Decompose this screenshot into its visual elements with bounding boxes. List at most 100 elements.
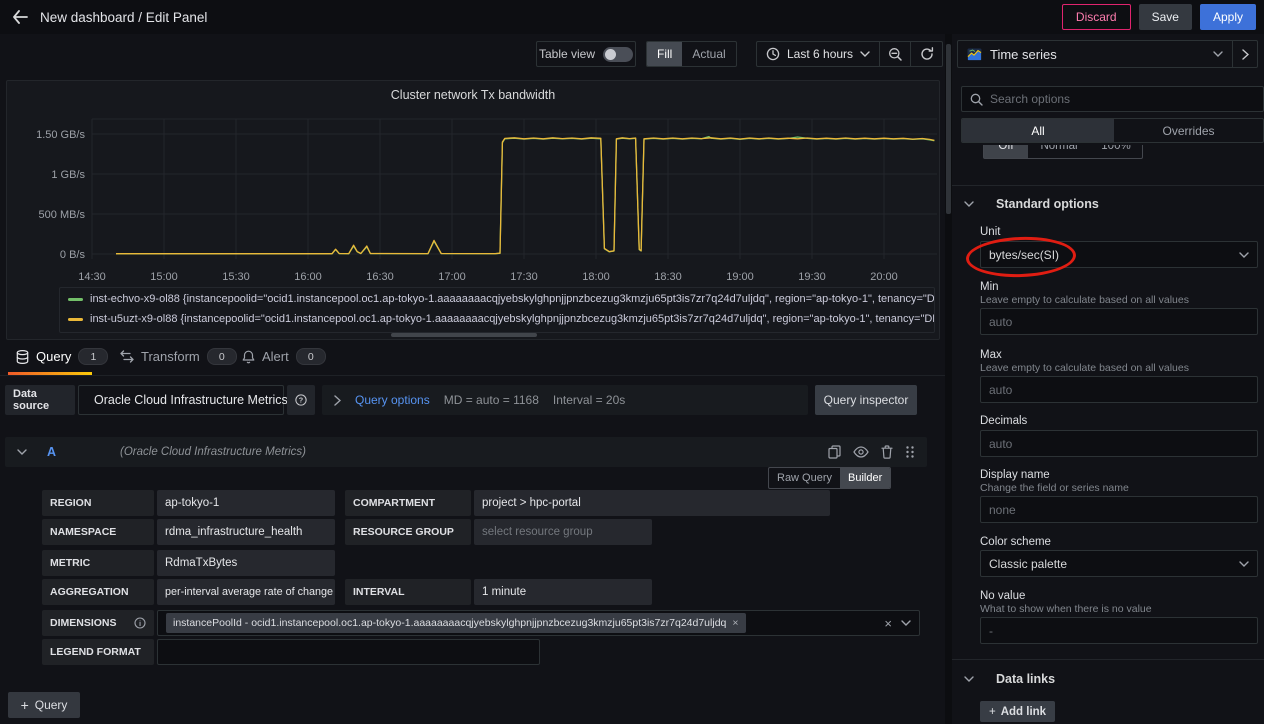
aggregation-value[interactable]: per-interval average rate of change [157, 579, 335, 605]
alert-count-badge: 0 [296, 348, 326, 365]
builder-option[interactable]: Builder [840, 468, 890, 488]
duplicate-query-icon[interactable] [828, 445, 841, 459]
active-tab-indicator [8, 372, 92, 375]
datasource-picker[interactable]: Oracle Cloud Infrastructure Metrics [78, 385, 284, 415]
add-query-label: Query [35, 698, 68, 712]
legend-item[interactable]: inst-u5uzt-x9-ol88 {instancepoolid="ocid… [68, 310, 934, 328]
svg-text:1 GB/s: 1 GB/s [51, 169, 85, 181]
max-input[interactable] [980, 376, 1258, 403]
query-options-link[interactable]: Query options [355, 393, 430, 407]
chevron-down-icon[interactable] [901, 620, 911, 626]
search-options-input[interactable] [990, 92, 1255, 106]
compartment-value[interactable]: project > hpc-portal [474, 490, 830, 516]
display-name-description: Change the field or series name [980, 482, 1129, 494]
hide-query-eye-icon[interactable] [853, 446, 869, 458]
chevron-down-icon [964, 201, 974, 207]
datasource-help-button[interactable]: ? [287, 385, 315, 415]
legend-format-input[interactable] [157, 639, 540, 665]
dimension-tag-text: instancePoolId - ocid1.instancepool.oc1.… [173, 617, 726, 629]
remove-dimension-icon[interactable]: × [732, 617, 738, 629]
actual-option[interactable]: Actual [682, 42, 735, 66]
color-scheme-select[interactable]: Classic palette [980, 550, 1258, 577]
dimensions-label-text: DIMENSIONS [50, 617, 117, 629]
legend-format-label: LEGEND FORMAT [42, 639, 154, 665]
tab-query[interactable]: Query 1 [16, 348, 108, 365]
region-value[interactable]: ap-tokyo-1 [157, 490, 335, 516]
search-icon [970, 93, 983, 106]
add-link-button[interactable]: + Add link [980, 701, 1055, 722]
dimension-tag[interactable]: instancePoolId - ocid1.instancepool.oc1.… [166, 613, 746, 633]
raw-query-option[interactable]: Raw Query [769, 468, 840, 488]
section-divider [952, 659, 1264, 660]
min-input[interactable] [980, 308, 1258, 335]
save-button[interactable]: Save [1139, 4, 1192, 30]
delete-query-trash-icon[interactable] [881, 445, 893, 459]
data-links-title: Data links [996, 672, 1055, 686]
namespace-value[interactable]: rdma_infrastructure_health [157, 519, 335, 545]
interval-value[interactable]: 1 minute [474, 579, 652, 605]
angle-right-icon[interactable] [334, 395, 341, 406]
database-icon [16, 350, 29, 364]
svg-text:1.50 GB/s: 1.50 GB/s [36, 129, 85, 141]
svg-text:19:00: 19:00 [726, 271, 754, 283]
display-name-input[interactable] [980, 496, 1258, 523]
drag-handle-icon[interactable] [905, 445, 915, 459]
svg-text:14:30: 14:30 [78, 271, 106, 283]
tooltip-100-option[interactable]: 100% [1090, 145, 1142, 158]
collapse-chevron-icon[interactable] [17, 449, 27, 455]
resource-group-value[interactable]: select resource group [474, 519, 652, 545]
info-icon[interactable]: i [134, 617, 146, 629]
refresh-button[interactable] [910, 42, 942, 66]
standard-options-section-header[interactable]: Standard options [964, 197, 1099, 211]
chevron-down-icon [860, 51, 870, 57]
plus-icon: + [21, 697, 29, 713]
tab-all[interactable]: All [962, 119, 1114, 142]
svg-text:?: ? [299, 396, 304, 405]
max-label: Max [980, 349, 1002, 361]
search-options-box[interactable] [961, 86, 1264, 112]
dimensions-input[interactable]: instancePoolId - ocid1.instancepool.oc1.… [157, 610, 920, 636]
chart-legend[interactable]: inst-echvo-x9-ol88 {instancepoolid="ocid… [59, 287, 935, 333]
svg-text:16:00: 16:00 [294, 271, 322, 283]
tab-overrides[interactable]: Overrides [1114, 119, 1263, 142]
tooltip-off-option[interactable]: Off [984, 145, 1028, 158]
data-links-section-header[interactable]: Data links [964, 672, 1055, 686]
interval-value: Interval = 20s [553, 393, 625, 407]
add-query-button[interactable]: + Query [8, 692, 80, 718]
decimals-input[interactable] [980, 430, 1258, 457]
table-view-switch[interactable] [603, 47, 633, 62]
time-range-picker[interactable]: Last 6 hours [757, 42, 879, 66]
legend-item[interactable]: inst-echvo-x9-ol88 {instancepoolid="ocid… [68, 290, 934, 308]
chevron-down-icon [1239, 252, 1249, 258]
svg-text:19:30: 19:30 [798, 271, 826, 283]
color-scheme-label: Color scheme [980, 536, 1051, 548]
clear-dimensions-icon[interactable]: × [884, 616, 892, 631]
apply-button[interactable]: Apply [1200, 4, 1256, 30]
no-value-input[interactable] [980, 617, 1258, 644]
tab-transform[interactable]: Transform 0 [120, 348, 237, 365]
refresh-icon [920, 47, 934, 61]
query-inspector-button[interactable]: Query inspector [815, 385, 917, 415]
legend-horizontal-scrollbar[interactable] [391, 333, 537, 337]
visualization-picker: Time series [957, 40, 1258, 68]
metric-value[interactable]: RdmaTxBytes [157, 550, 335, 576]
aggregation-label: AGGREGATION [42, 579, 154, 605]
tab-alert[interactable]: Alert 0 [242, 348, 326, 365]
fill-option[interactable]: Fill [647, 42, 682, 66]
query-row-header[interactable]: A (Oracle Cloud Infrastructure Metrics) [5, 437, 927, 467]
main-scrollbar-thumb[interactable] [946, 44, 951, 214]
chevron-down-icon [964, 676, 974, 682]
tab-query-label: Query [36, 349, 71, 364]
collapse-options-pane-button[interactable] [1232, 41, 1257, 67]
page-title: New dashboard / Edit Panel [40, 10, 207, 25]
visualization-select[interactable]: Time series [958, 41, 1232, 67]
zoom-out-button[interactable] [879, 42, 910, 66]
datasource-label: Data source [5, 385, 75, 415]
back-arrow-icon[interactable] [0, 10, 40, 24]
tooltip-normal-option[interactable]: Normal [1028, 145, 1090, 158]
bell-icon [242, 350, 255, 364]
table-view-toggle[interactable]: Table view [536, 41, 636, 67]
timeseries-chart[interactable]: 14:3015:0015:3016:0016:3017:0017:3018:00… [7, 81, 937, 286]
discard-button[interactable]: Discard [1062, 4, 1131, 30]
unit-select[interactable]: bytes/sec(SI) [980, 241, 1258, 268]
